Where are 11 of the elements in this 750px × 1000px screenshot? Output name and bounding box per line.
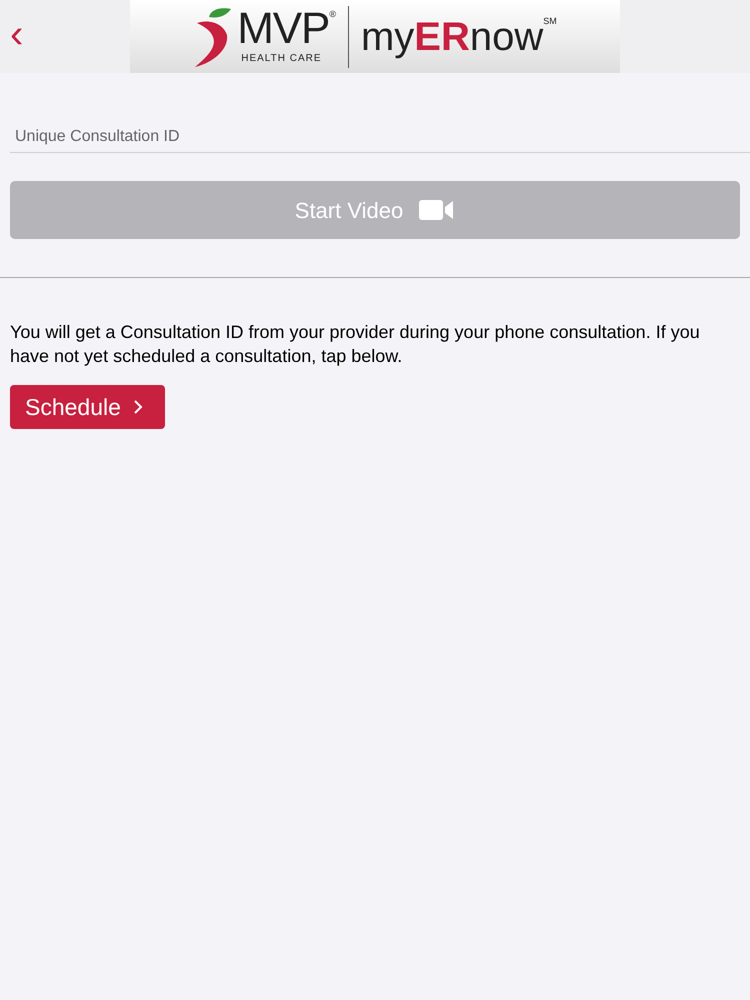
brand-name: MVP [237, 7, 330, 51]
consultation-id-field[interactable]: Unique Consultation ID [10, 125, 750, 153]
schedule-button[interactable]: Schedule [10, 385, 165, 429]
consultation-info-text: You will get a Consultation ID from your provider during your phone consultation. If you have not yet scheduled a consultation, tap below. [10, 321, 701, 368]
back-button[interactable]: ‹ [6, 14, 28, 54]
registered-mark: ® [329, 9, 336, 19]
chevron-right-icon [132, 399, 143, 415]
service-mark: SM [543, 14, 557, 28]
video-camera-icon [419, 199, 456, 221]
product-name: myERnow [360, 14, 544, 60]
brand-subtitle: HEALTH CARE [241, 52, 322, 66]
